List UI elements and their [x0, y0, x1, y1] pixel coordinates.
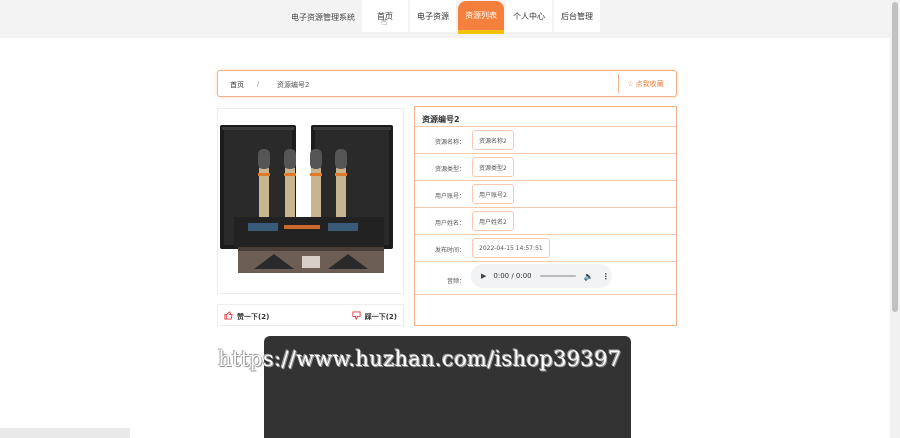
- upvote-button[interactable]: 赞一下(2): [224, 311, 269, 322]
- field-value: 资源名称2: [472, 130, 514, 150]
- scrollbar-thumb[interactable]: [892, 2, 898, 312]
- breadcrumb-separator: /: [257, 80, 260, 88]
- speaker-microphone-image: [218, 109, 403, 293]
- play-icon[interactable]: ▶: [481, 272, 486, 280]
- field-row: 资源类型： 资源类型2: [415, 153, 676, 180]
- field-value: 用户账号2: [472, 184, 514, 204]
- breadcrumb-current: 资源编号2: [277, 81, 310, 89]
- field-value: 资源类型2: [472, 157, 514, 177]
- field-label: 用户姓名：: [434, 220, 465, 227]
- star-icon: ☆: [627, 79, 634, 88]
- field-row: 用户账号： 用户账号2: [415, 180, 676, 207]
- favorite-button[interactable]: ☆ 点我收藏: [618, 74, 672, 93]
- audio-progress-bar[interactable]: [539, 275, 576, 277]
- more-options-icon[interactable]: ⋮: [602, 272, 610, 281]
- field-value: 用户姓名2: [472, 211, 514, 231]
- audio-player[interactable]: ▶ 0:00 / 0:00 🔈 ⋮: [471, 264, 612, 288]
- breadcrumb-home[interactable]: 首页: [230, 80, 244, 90]
- thumbs-up-icon: [224, 311, 233, 322]
- upvote-label: 赞一下(2): [237, 312, 270, 321]
- vote-bar: 赞一下(2) 踩一下(2): [217, 304, 404, 326]
- detail-title: 资源编号2: [422, 115, 460, 124]
- field-label: 资源类型：: [434, 166, 465, 173]
- field-row: 资源名称： 资源名称2: [415, 126, 676, 153]
- thumbs-down-icon: [352, 311, 361, 322]
- volume-icon[interactable]: 🔈: [584, 272, 594, 281]
- site-name: 电子资源管理系统: [291, 13, 355, 22]
- hand-cursor-icon: ☝: [381, 17, 388, 28]
- nav-resources[interactable]: 电子资源: [410, 0, 456, 32]
- field-label: 用户账号：: [434, 193, 465, 200]
- breadcrumb: 首页 / 资源编号2 ☆ 点我收藏: [217, 70, 677, 97]
- downvote-button[interactable]: 踩一下(2): [352, 311, 397, 322]
- audio-label: 音频：: [446, 278, 465, 285]
- field-row: 用户姓名： 用户姓名2: [415, 207, 676, 234]
- field-value: 2022-04-15 14:57:51: [472, 238, 550, 258]
- favorite-label: 点我收藏: [635, 79, 664, 88]
- status-bar: [0, 428, 130, 438]
- resource-detail-panel: 资源编号2 资源名称： 资源名称2 资源类型： 资源类型2 用户账号： 用户账号…: [414, 106, 677, 326]
- nav-admin[interactable]: 后台管理: [554, 0, 600, 32]
- nav-personal-center[interactable]: 个人中心: [506, 0, 552, 32]
- field-label: 资源名称：: [434, 139, 465, 146]
- resource-image: [217, 108, 404, 294]
- downvote-label: 踩一下(2): [364, 312, 397, 321]
- field-label: 发布时间：: [434, 247, 465, 254]
- field-row: 发布时间： 2022-04-15 14:57:51: [415, 234, 676, 261]
- audio-time: 0:00 / 0:00: [493, 272, 532, 280]
- top-navbar: 电子资源管理系统 首页 电子资源 资源列表 个人中心 后台管理 ☝: [0, 0, 890, 38]
- nav-resource-list[interactable]: 资源列表: [458, 1, 504, 34]
- divider: [415, 294, 676, 295]
- watermark-text: https://www.huzhan.com/ishop39397: [218, 347, 622, 371]
